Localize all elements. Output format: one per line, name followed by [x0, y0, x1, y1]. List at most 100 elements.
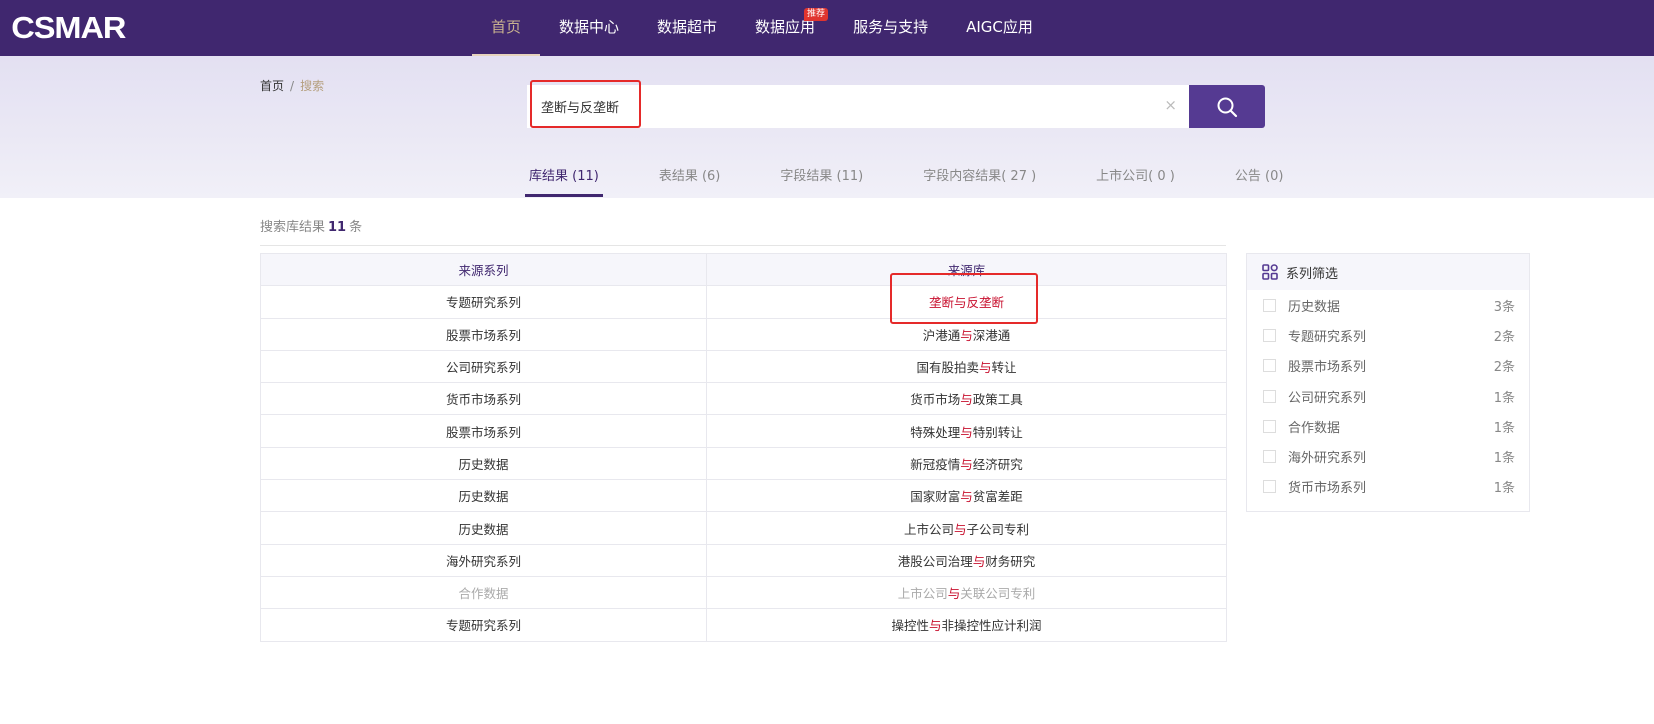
filter-header: 系列筛选: [1247, 254, 1529, 290]
filter-checkbox[interactable]: [1263, 298, 1276, 312]
filter-item[interactable]: 合作数据 1条: [1247, 411, 1529, 441]
library-name-post: 政策工具: [972, 392, 1023, 408]
table-row[interactable]: 股票市场系列 特殊处理与特别转让: [260, 414, 1227, 448]
search-input[interactable]: [527, 85, 1127, 128]
table-row[interactable]: 历史数据 新冠疫情与经济研究: [260, 446, 1227, 481]
csmar-logo[interactable]: CSMAR: [11, 10, 126, 46]
results-table: 来源系列 来源库 专题研究系列 垄断与反垄断 股票市场系列 沪港通与深港通 公司研究…: [260, 252, 1227, 642]
filter-label: 历史数据: [1288, 299, 1341, 315]
tab-announcements[interactable]: 公告 (0): [1231, 160, 1288, 197]
table-header-row: 来源系列 来源库: [260, 252, 1227, 287]
search-button[interactable]: [1189, 85, 1265, 128]
library-name-post: 深港通: [972, 327, 1011, 343]
table-row[interactable]: 合作数据 上市公司与关联公司专利: [260, 575, 1227, 610]
source-series-cell: 公司研究系列: [260, 349, 707, 384]
source-library-link[interactable]: 货币市场与政策工具: [706, 382, 1227, 416]
summary-unit: 条: [349, 220, 363, 235]
filter-label: 股票市场系列: [1288, 360, 1367, 376]
library-name-pre: 操控性: [891, 618, 929, 634]
nav-label: 数据中心: [559, 18, 620, 36]
filter-label: 货币市场系列: [1288, 481, 1367, 497]
tab-listed-companies[interactable]: 上市公司( 0 ): [1092, 160, 1179, 197]
filter-count: 2条: [1493, 360, 1515, 376]
nav-aigc[interactable]: AIGC应用: [947, 0, 1052, 56]
filter-count: 1条: [1493, 481, 1515, 497]
filter-checkbox[interactable]: [1263, 328, 1276, 342]
library-name-post: 特别转让: [972, 424, 1023, 440]
filter-checkbox[interactable]: [1263, 389, 1276, 403]
filter-label: 海外研究系列: [1288, 451, 1367, 467]
filter-checkbox[interactable]: [1263, 359, 1276, 373]
nav-data-market[interactable]: 数据超市: [638, 0, 736, 56]
table-row[interactable]: 历史数据 上市公司与子公司专利: [260, 511, 1227, 545]
table-row[interactable]: 专题研究系列 垄断与反垄断: [260, 285, 1227, 319]
library-name-post: 贫富差距: [972, 489, 1023, 505]
filter-count: 2条: [1493, 329, 1515, 345]
nav-home[interactable]: 首页: [472, 0, 541, 56]
filter-item[interactable]: 历史数据 3条: [1247, 290, 1529, 320]
tab-field-content-results[interactable]: 字段内容结果( 27 ): [919, 160, 1040, 197]
nav-data-apps[interactable]: 数据应用 推荐: [736, 0, 834, 56]
filter-checkbox[interactable]: [1263, 419, 1276, 433]
series-filter-panel: 系列筛选 历史数据 3条 专题研究系列 2条股票市场系列 2条公司研究系列 1条 合作数据 1…: [1246, 253, 1530, 512]
main-nav: 首页 数据中心 数据超市 数据应用 推荐 服务与支持 AIGC应用: [472, 0, 1052, 56]
library-name-post: 非操控性应计利润: [941, 618, 1042, 634]
filter-item[interactable]: 股票市场系列 2条: [1247, 351, 1529, 381]
source-library-link[interactable]: 上市公司与关联公司专利: [706, 575, 1227, 610]
keyword-highlight: 与: [960, 424, 973, 440]
library-name-pre: 特殊处理: [910, 424, 961, 440]
nav-service-support[interactable]: 服务与支持: [834, 0, 947, 56]
nav-data-center[interactable]: 数据中心: [540, 0, 638, 56]
source-library-link[interactable]: 港股公司治理与财务研究: [706, 543, 1227, 577]
table-row[interactable]: 海外研究系列 港股公司治理与财务研究: [260, 543, 1227, 577]
tab-library-results[interactable]: 库结果 (11): [525, 160, 603, 197]
result-summary: 搜索库结果 11 条: [260, 216, 1226, 246]
library-name-post: 财务研究: [985, 553, 1036, 569]
column-header-series: 来源系列: [260, 252, 707, 287]
filter-checkbox[interactable]: [1263, 450, 1276, 464]
library-name-pre: 上市公司: [897, 586, 948, 602]
filter-title: 系列筛选: [1286, 266, 1339, 282]
source-series-cell: 合作数据: [260, 575, 707, 610]
source-series-cell: 股票市场系列: [260, 414, 707, 448]
keyword-highlight: 垄断与反垄断: [928, 295, 1004, 311]
source-library-link[interactable]: 上市公司与子公司专利: [706, 511, 1227, 545]
table-row[interactable]: 股票市场系列 沪港通与深港通: [260, 317, 1227, 351]
filter-count: 1条: [1493, 390, 1515, 406]
keyword-highlight: 与: [960, 327, 973, 343]
summary-label: 搜索库结果: [260, 220, 326, 235]
table-row[interactable]: 专题研究系列 操控性与非操控性应计利润: [260, 608, 1227, 642]
filter-item[interactable]: 专题研究系列 2条: [1247, 320, 1529, 350]
source-series-cell: 历史数据: [260, 511, 707, 545]
filter-item[interactable]: 海外研究系列 1条: [1247, 441, 1529, 471]
source-library-link[interactable]: 特殊处理与特别转让: [706, 414, 1227, 448]
filter-checkbox[interactable]: [1263, 480, 1276, 494]
table-row[interactable]: 公司研究系列 国有股拍卖与转让: [260, 349, 1227, 384]
library-name-post: 经济研究: [972, 456, 1023, 472]
result-count: 11: [328, 220, 347, 235]
clear-icon[interactable]: ×: [1164, 96, 1177, 114]
source-series-cell: 专题研究系列: [260, 285, 707, 319]
source-library-link[interactable]: 国家财富与贫富差距: [706, 479, 1227, 513]
tab-field-results[interactable]: 字段结果 (11): [776, 160, 867, 197]
source-library-link[interactable]: 新冠疫情与经济研究: [706, 446, 1227, 481]
table-row[interactable]: 历史数据 国家财富与贫富差距: [260, 479, 1227, 513]
source-library-link[interactable]: 沪港通与深港通: [706, 317, 1227, 351]
source-library-link[interactable]: 垄断与反垄断: [706, 285, 1227, 319]
breadcrumb-home[interactable]: 首页: [260, 79, 284, 93]
keyword-highlight: 与: [972, 553, 986, 569]
breadcrumb-separator: /: [290, 79, 295, 93]
source-series-cell: 专题研究系列: [260, 608, 707, 642]
source-series-cell: 历史数据: [260, 446, 707, 481]
tab-table-results[interactable]: 表结果 (6): [655, 160, 725, 197]
source-library-link[interactable]: 国有股拍卖与转让: [706, 349, 1227, 384]
result-tabs: 库结果 (11) 表结果 (6) 字段结果 (11) 字段内容结果( 27 ) …: [525, 160, 1339, 197]
recommend-badge: 推荐: [804, 8, 829, 21]
top-nav-bar: CSMAR 首页 数据中心 数据超市 数据应用 推荐 服务与支持 AIGC应用: [0, 0, 1654, 56]
breadcrumb: 首页 / 搜索: [260, 77, 324, 94]
filter-item[interactable]: 公司研究系列 1条: [1247, 381, 1529, 411]
table-row[interactable]: 货币市场系列 货币市场与政策工具: [260, 382, 1227, 416]
filter-item[interactable]: 货币市场系列 1条: [1247, 472, 1529, 502]
source-library-link[interactable]: 操控性与非操控性应计利润: [706, 608, 1227, 642]
source-series-cell: 历史数据: [260, 479, 707, 513]
